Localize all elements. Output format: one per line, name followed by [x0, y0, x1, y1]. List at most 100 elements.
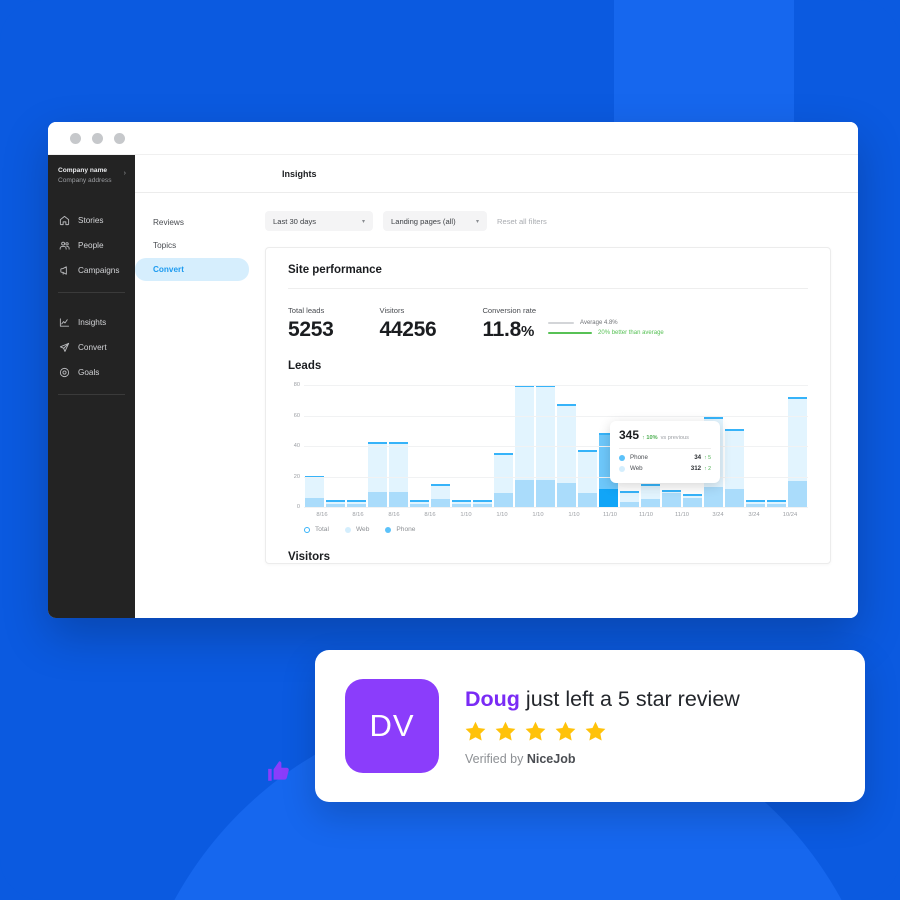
chart-gridline: [304, 476, 808, 478]
star-rating: [463, 719, 835, 744]
chart-bar-segment-phone: [640, 499, 661, 507]
sidebar: Company name Company address › Stories P…: [48, 155, 135, 618]
benchmark-block: Average 4.8% 20% better than average: [548, 306, 664, 340]
chart-gridline: [304, 507, 808, 508]
minimize-dot[interactable]: [92, 132, 103, 144]
chart-bar-segment-phone: [535, 479, 556, 507]
sidebar-item-label: Campaigns: [78, 265, 120, 275]
subnav-item-reviews[interactable]: Reviews: [135, 211, 249, 234]
tooltip-row-web: Web 312 ↑ 2: [619, 465, 711, 472]
sidebar-item-label: Convert: [78, 342, 107, 352]
stat-value: 44256: [379, 318, 437, 341]
sidebar-item-stories[interactable]: Stories: [48, 208, 135, 233]
content-right: Last 30 days ▾ Landing pages (all) ▾ Res…: [265, 193, 858, 618]
verified-label: Verified by NiceJob: [465, 752, 835, 766]
sidebar-item-insights[interactable]: Insights: [48, 310, 135, 335]
chart-bar-segment-phone: [682, 497, 703, 507]
tooltip-row-phone: Phone 34 ↑ 5: [619, 454, 711, 461]
content-area: Reviews Topics Convert Last 30 days ▾ La…: [135, 193, 858, 618]
page-header: Insights: [135, 155, 858, 193]
chart-bar-segment-web: [304, 478, 325, 498]
page-canvas: Company name Company address › Stories P…: [0, 0, 900, 900]
chart-x-axis: 8/16 8/16 8/16 8/16 1/10 1/10 1/10 1/10 11/10 11/…: [304, 507, 808, 518]
pages-select[interactable]: Landing pages (all) ▾: [383, 211, 487, 231]
maximize-dot[interactable]: [114, 132, 125, 144]
date-range-value: Last 30 days: [273, 216, 317, 226]
chart-x-tick: 3/24: [712, 512, 724, 518]
chart-bar-total-cap: [661, 489, 682, 492]
stat-label: Conversion rate: [482, 306, 537, 315]
chart-bar-segment-web: [388, 444, 409, 492]
chart-bar-segment-web: [640, 485, 661, 500]
window-titlebar: [48, 122, 858, 155]
stat-value: 5253: [288, 318, 334, 341]
chart-x-tick: 1/10: [568, 512, 580, 518]
chart-bar-segment-phone: [430, 499, 451, 507]
legend-item-total[interactable]: Total: [304, 526, 329, 533]
page-title: Insights: [282, 168, 317, 179]
chart-bar-segment-phone: [367, 491, 388, 507]
chart-bar-total-cap: [724, 428, 745, 431]
chart-bar-total-cap: [367, 442, 388, 445]
chart-bar-total-cap: [472, 500, 493, 503]
sidebar-divider: [58, 291, 125, 293]
sidebar-nav-bottom: Insights Convert Goals: [48, 302, 135, 385]
sidebar-item-people[interactable]: People: [48, 233, 135, 258]
tooltip-total: 345: [619, 428, 640, 442]
subnav-item-topics[interactable]: Topics: [135, 234, 249, 257]
sidebar-item-goals[interactable]: Goals: [48, 360, 135, 385]
chart-bar-total-cap: [787, 396, 808, 399]
chart-bar-segment-phone: [493, 493, 514, 507]
tooltip-row-name: Web: [630, 465, 643, 472]
chart-x-tick: 8/16: [388, 512, 400, 518]
tooltip-header: 345 ↑ 10% vs previous: [619, 428, 711, 442]
date-range-select[interactable]: Last 30 days ▾: [265, 211, 373, 231]
legend-item-web[interactable]: Web: [344, 526, 369, 533]
stat-suffix: %: [520, 323, 534, 340]
review-headline: Doug just left a 5 star review: [465, 687, 835, 712]
chart-bar-total-cap: [493, 453, 514, 456]
sidebar-item-label: People: [78, 240, 104, 250]
web-dot-icon: [619, 465, 625, 472]
chart-legend: Total Web Phone: [304, 518, 808, 533]
chart-gridline: [304, 446, 808, 447]
chart-x-tick: 1/10: [496, 512, 508, 518]
chart-bar-segment-web: [430, 485, 451, 500]
sidebar-item-label: Insights: [78, 317, 107, 327]
subnav-item-convert[interactable]: Convert: [135, 257, 249, 282]
legend-item-phone[interactable]: Phone: [385, 526, 415, 533]
tooltip-row-value: 34: [694, 454, 702, 461]
sidebar-item-label: Stories: [78, 215, 104, 225]
tooltip-row-delta: ↑ 5: [704, 454, 711, 461]
chevron-right-icon: ›: [123, 170, 126, 177]
star-icon: [463, 719, 488, 744]
sidebar-divider-bottom: [58, 393, 125, 395]
reset-filters-link[interactable]: Reset all filters: [497, 217, 547, 226]
chart-bar-segment-web: [556, 406, 577, 483]
stat-number: 11.8: [482, 318, 521, 341]
chart-gridline: [304, 415, 808, 417]
chart-bar-total-cap: [325, 500, 346, 503]
leads-title: Leads: [288, 360, 322, 372]
chevron-down-icon: ▾: [475, 218, 479, 225]
company-name: Company name: [58, 167, 108, 174]
home-icon: [59, 215, 70, 226]
chart-bar-segment-phone: [703, 487, 724, 507]
chart-x-tick: 1/10: [460, 512, 472, 518]
chart-bar-segment-phone: [388, 491, 409, 507]
company-switcher[interactable]: Company name Company address ›: [48, 155, 135, 200]
leads-chart: 0 20 40 60 80 8/16 8/16 8/16 8/16 1/10 1/10 1/10 1/…: [288, 372, 808, 533]
megaphone-icon: [59, 265, 70, 276]
chart-bar-segment-phone: [598, 488, 619, 507]
close-dot[interactable]: [70, 132, 81, 144]
tooltip-row-value: 312: [690, 465, 702, 472]
chart-bar-total-cap: [556, 404, 577, 407]
benchmark-better-row: 20% better than average: [548, 330, 664, 336]
chart-bar-total-cap: [766, 500, 787, 503]
benchmark-average-row: Average 4.8%: [548, 320, 664, 326]
chart-x-tick: 8/16: [424, 512, 436, 518]
legend-label: Total: [315, 526, 329, 533]
chart-y-tick: 0: [296, 504, 300, 510]
sidebar-item-convert[interactable]: Convert: [48, 335, 135, 360]
sidebar-item-campaigns[interactable]: Campaigns: [48, 258, 135, 283]
